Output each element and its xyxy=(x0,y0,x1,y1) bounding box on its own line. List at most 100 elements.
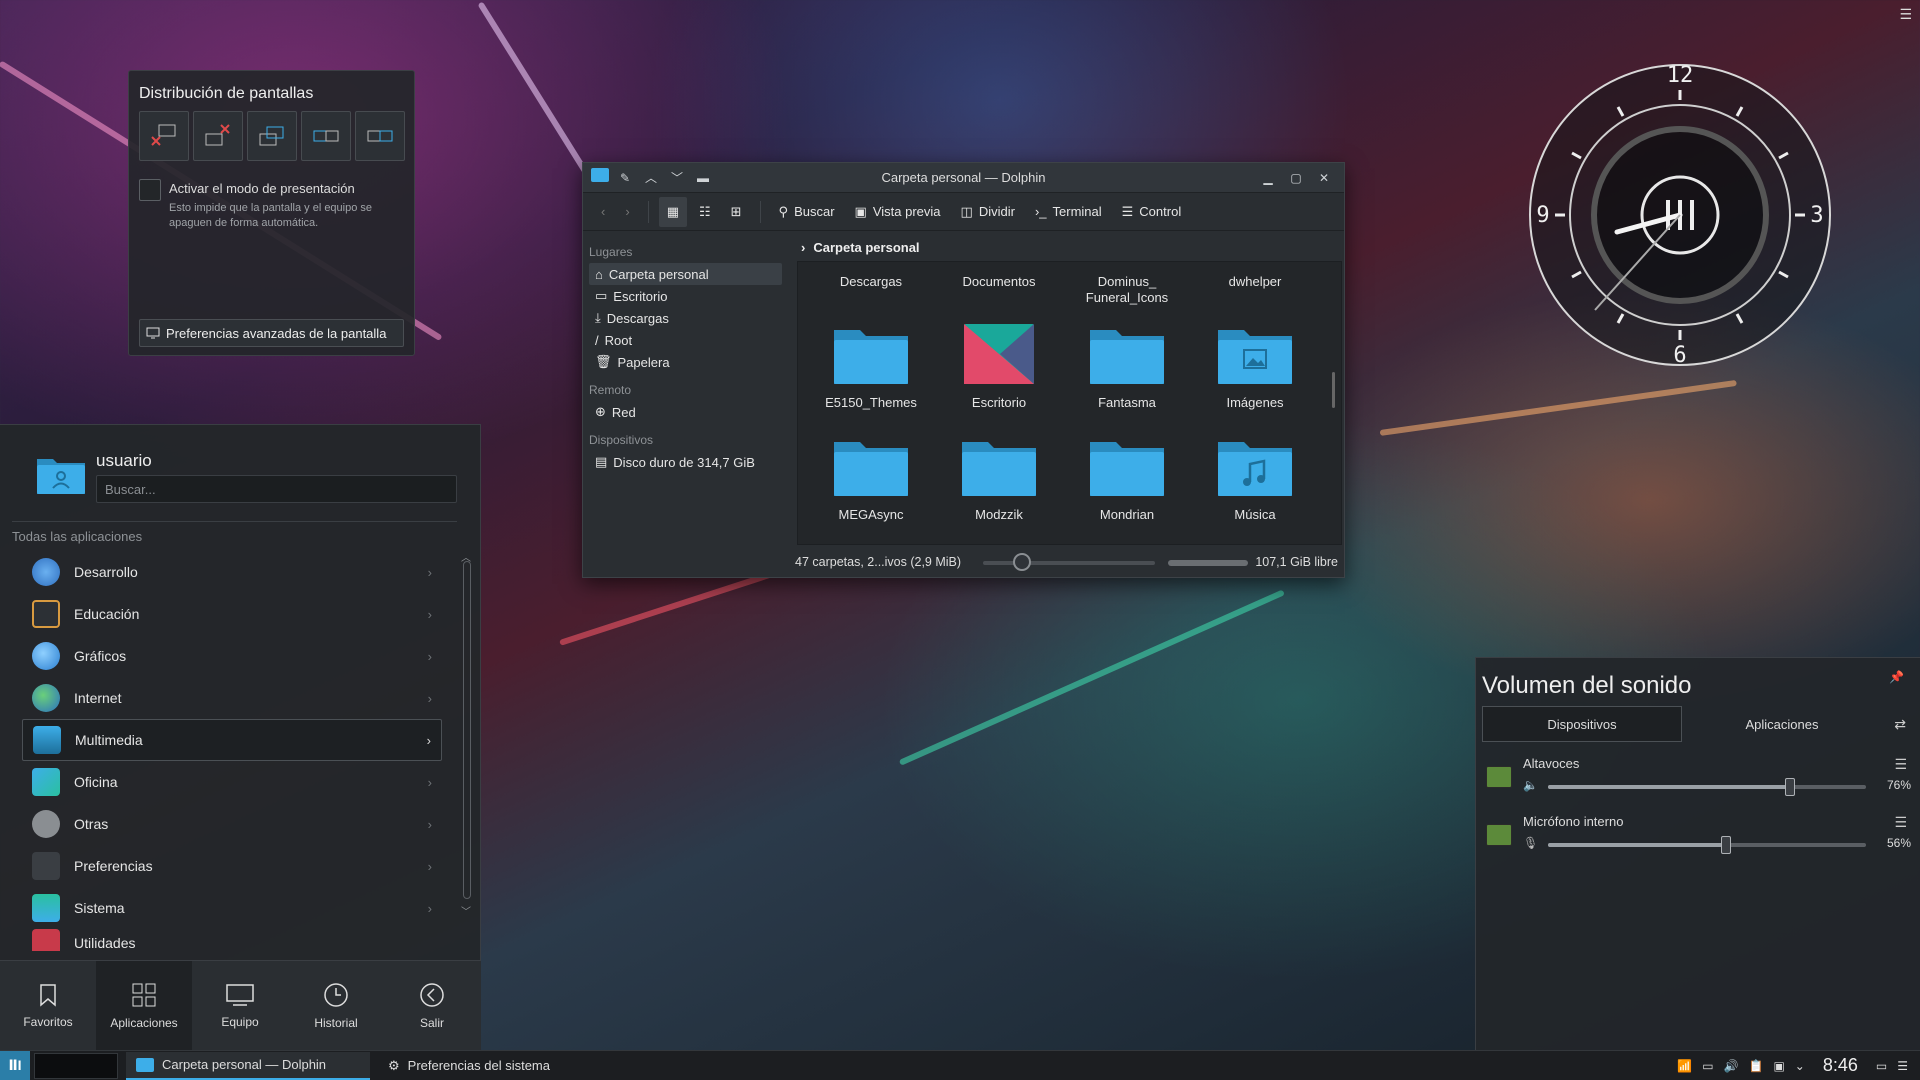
bookmark-icon xyxy=(40,983,56,1007)
compact-view-button[interactable]: ☷ xyxy=(691,197,719,227)
place-trash[interactable]: 🗑 Papelera xyxy=(589,351,782,373)
file-name: E5150_Themes xyxy=(825,395,917,410)
volume-slider-handle[interactable] xyxy=(1721,836,1732,854)
show-desktop-icon[interactable]: ▭ xyxy=(1876,1059,1887,1073)
tab-computer[interactable]: Equipo xyxy=(192,961,288,1050)
details-view-button[interactable]: ⊞ xyxy=(723,197,750,227)
zoom-slider-handle[interactable] xyxy=(1013,553,1031,571)
control-button[interactable]: ☰ Control xyxy=(1114,197,1190,227)
file-item[interactable]: Documentos xyxy=(936,268,1062,290)
zoom-slider-track[interactable] xyxy=(983,561,1155,565)
maximize-icon[interactable]: ▢ xyxy=(1286,168,1306,188)
layout-extend-right-button[interactable] xyxy=(355,111,405,161)
category-other[interactable]: Otras › xyxy=(22,803,442,845)
pin-icon[interactable]: 📌 xyxy=(1889,670,1904,684)
expand-tray-icon[interactable]: ⌄ xyxy=(1795,1059,1805,1073)
wifi-icon[interactable]: 📶 xyxy=(1677,1059,1692,1073)
preview-button[interactable]: ▣ Vista previa xyxy=(847,197,949,227)
display-icon[interactable]: ▣ xyxy=(1773,1059,1784,1073)
analog-clock-widget: 12 3 6 9 xyxy=(1529,63,1831,368)
task-system-settings[interactable]: ⚙ Preferencias del sistema xyxy=(378,1052,560,1080)
layout-clone-button[interactable] xyxy=(247,111,297,161)
file-item[interactable]: Dominus_ Funeral_Icons xyxy=(1064,268,1190,307)
advanced-display-settings-button[interactable]: Preferencias avanzadas de la pantalla xyxy=(139,319,404,347)
dolphin-titlebar[interactable]: ✎ ︿ ﹀ ▬ Carpeta personal — Dolphin ▁ ▢ ✕ xyxy=(583,163,1344,193)
layout-extend-left-button[interactable] xyxy=(301,111,351,161)
forward-button[interactable]: › xyxy=(617,197,637,227)
tab-leave[interactable]: Salir xyxy=(384,961,480,1050)
back-button[interactable]: ‹ xyxy=(593,197,613,227)
file-item[interactable]: Escritorio xyxy=(936,322,1062,411)
close-icon[interactable]: ✕ xyxy=(1314,168,1334,188)
place-network[interactable]: ⊕ Red xyxy=(589,401,782,423)
microphone-icon[interactable]: 🎙 xyxy=(1523,836,1538,850)
search-input[interactable] xyxy=(96,475,457,503)
launcher-button[interactable]: ⅡI xyxy=(0,1050,30,1080)
category-multimedia[interactable]: Multimedia › xyxy=(22,719,442,761)
pin-icon[interactable]: ✎ xyxy=(615,168,635,188)
shade-icon[interactable]: ▬ xyxy=(693,168,713,188)
minimize-icon[interactable]: ▁ xyxy=(1258,168,1278,188)
device-menu-icon[interactable]: ☰ xyxy=(1894,814,1907,831)
place-downloads[interactable]: ⤓ Descargas xyxy=(589,307,782,329)
file-item[interactable]: Fantasma xyxy=(1064,322,1190,411)
file-item[interactable]: Descargas xyxy=(808,268,934,290)
file-item[interactable]: E5150_Themes xyxy=(808,322,934,411)
presentation-mode-checkbox[interactable] xyxy=(139,179,161,201)
terminal-button[interactable]: ›_ Terminal xyxy=(1027,197,1110,227)
folder-app-icon[interactable] xyxy=(591,167,609,182)
desktop-toolbox-icon[interactable]: ☰ xyxy=(1899,6,1912,23)
breadcrumb[interactable]: › Carpeta personal xyxy=(795,233,1344,261)
layout-buttons xyxy=(139,111,405,161)
category-system[interactable]: Sistema › xyxy=(22,887,442,929)
volume-icon[interactable]: 🔊 xyxy=(1724,1059,1739,1073)
file-item[interactable]: dwhelper xyxy=(1192,268,1318,290)
place-hard-disk[interactable]: ▤ Disco duro de 314,7 GiB xyxy=(589,451,782,473)
tab-applications[interactable]: Aplicaciones xyxy=(1682,706,1882,742)
desktop-icon: ▭ xyxy=(595,288,608,303)
app-list-scrollbar[interactable] xyxy=(463,561,471,899)
layout-external-only-button[interactable] xyxy=(139,111,189,161)
category-internet[interactable]: Internet › xyxy=(22,677,442,719)
speaker-icon[interactable]: 🔈 xyxy=(1523,778,1538,792)
file-item[interactable]: Imágenes xyxy=(1192,322,1318,411)
category-graphics[interactable]: Gráficos › xyxy=(22,635,442,677)
battery-icon[interactable]: ▭ xyxy=(1702,1059,1713,1073)
desktop-pager[interactable] xyxy=(34,1052,118,1079)
category-preferences[interactable]: Preferencias › xyxy=(22,845,442,887)
file-name: Imágenes xyxy=(1226,395,1284,410)
category-office[interactable]: Oficina › xyxy=(22,761,442,803)
keep-below-icon[interactable]: ﹀ xyxy=(667,168,687,188)
tab-favorites[interactable]: Favoritos xyxy=(0,961,96,1050)
place-home[interactable]: ⌂ Carpeta personal xyxy=(589,263,782,285)
clipboard-icon[interactable]: 📋 xyxy=(1748,1059,1763,1073)
panel-settings-icon[interactable]: ☰ xyxy=(1897,1059,1908,1073)
audio-settings-icon[interactable]: ⇄ xyxy=(1894,716,1906,733)
split-button[interactable]: ◫ Dividir xyxy=(953,197,1023,227)
place-root[interactable]: / Root xyxy=(589,329,782,351)
file-item[interactable]: Música xyxy=(1192,434,1318,523)
tab-history[interactable]: Historial xyxy=(288,961,384,1050)
search-button[interactable]: ⚲ Buscar xyxy=(771,197,843,227)
taskbar-clock[interactable]: 8:46 xyxy=(1823,1055,1858,1076)
device-menu-icon[interactable]: ☰ xyxy=(1894,756,1907,773)
tab-applications[interactable]: Aplicaciones xyxy=(96,961,192,1050)
tab-devices[interactable]: Dispositivos xyxy=(1482,706,1682,742)
icons-view-button[interactable]: ▦ xyxy=(658,196,687,227)
keep-above-icon[interactable]: ︿ xyxy=(641,168,661,188)
file-item[interactable]: Modzzik xyxy=(936,434,1062,523)
layout-internal-only-button[interactable] xyxy=(193,111,243,161)
category-development[interactable]: Desarrollo › xyxy=(22,551,442,593)
scroll-down-icon[interactable]: ﹀ xyxy=(461,903,471,918)
volume-slider-handle[interactable] xyxy=(1784,778,1795,796)
file-item[interactable]: MEGAsync xyxy=(808,434,934,523)
volume-slider[interactable] xyxy=(1548,778,1866,796)
volume-slider[interactable] xyxy=(1548,836,1866,854)
category-utilities[interactable]: Utilidades xyxy=(22,929,442,951)
devices-header: Dispositivos xyxy=(589,433,654,447)
file-item[interactable]: Mondrian xyxy=(1064,434,1190,523)
category-education[interactable]: Educación › xyxy=(22,593,442,635)
place-desktop[interactable]: ▭ Escritorio xyxy=(589,285,782,307)
file-view-scrollbar[interactable] xyxy=(1332,372,1335,408)
task-dolphin[interactable]: Carpeta personal — Dolphin xyxy=(126,1051,370,1080)
